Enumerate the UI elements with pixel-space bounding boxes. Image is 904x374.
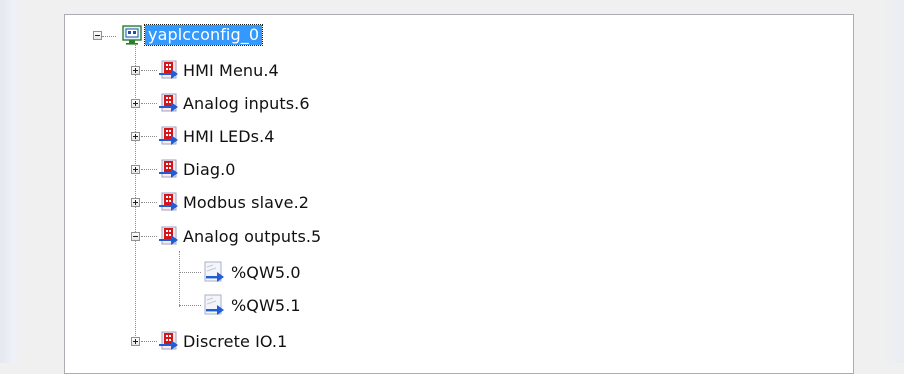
tree-connector (141, 236, 157, 237)
tree-label[interactable]: Analog outputs.5 (183, 227, 321, 246)
window-right-edge (880, 0, 904, 363)
tree-node-analog-outputs[interactable]: Analog outputs.5 (65, 223, 665, 251)
tree-node-discrete-io[interactable]: Discrete IO.1 (65, 328, 665, 356)
tree-node-analog-inputs[interactable]: Analog inputs.6 (65, 90, 665, 118)
tree-connector (141, 169, 157, 170)
config-icon (122, 25, 142, 45)
tree-connector (141, 341, 157, 342)
tree-node-root[interactable]: yaplcconfig_0 (65, 22, 665, 50)
variable-icon (204, 294, 224, 315)
module-icon (159, 159, 178, 178)
tree-connector (141, 103, 157, 104)
module-icon (159, 192, 178, 211)
module-icon (159, 93, 178, 112)
tree-node-qw5-0[interactable]: %QW5.0 (65, 259, 665, 287)
tree-label[interactable]: %QW5.1 (231, 296, 301, 315)
module-icon (159, 331, 178, 350)
tree-node-diag[interactable]: Diag.0 (65, 156, 665, 184)
expand-toggle-hmi-leds[interactable] (131, 132, 140, 141)
tree-connector (141, 70, 157, 71)
expand-toggle-hmi-menu[interactable] (131, 66, 140, 75)
expand-toggle-modbus-slave[interactable] (131, 198, 140, 207)
expand-toggle-analog-inputs[interactable] (131, 99, 140, 108)
module-icon (159, 60, 178, 79)
config-tree-view[interactable]: yaplcconfig_0 HMI Menu.4 Analog inputs.6 (64, 14, 854, 374)
expand-toggle-diag[interactable] (131, 165, 140, 174)
tree-label[interactable]: %QW5.0 (231, 263, 301, 282)
tree-connector (141, 202, 157, 203)
tree-label[interactable]: Analog inputs.6 (183, 94, 310, 113)
collapse-toggle-analog-outputs[interactable] (131, 232, 140, 241)
tree-node-hmi-menu[interactable]: HMI Menu.4 (65, 57, 665, 85)
tree-node-modbus-slave[interactable]: Modbus slave.2 (65, 189, 665, 217)
module-icon (159, 126, 178, 145)
tree-label-root[interactable]: yaplcconfig_0 (143, 24, 264, 46)
tree-label[interactable]: HMI Menu.4 (183, 61, 279, 80)
tree-node-hmi-leds[interactable]: HMI LEDs.4 (65, 123, 665, 151)
tree-node-qw5-1[interactable]: %QW5.1 (65, 292, 665, 320)
variable-icon (204, 261, 224, 282)
tree-label[interactable]: Discrete IO.1 (183, 332, 287, 351)
tree-label[interactable]: HMI LEDs.4 (183, 127, 275, 146)
collapse-toggle-root[interactable] (93, 31, 102, 40)
tree-label[interactable]: Modbus slave.2 (183, 193, 309, 212)
tree-connector (141, 136, 157, 137)
module-icon (159, 226, 178, 245)
tree-connector (179, 305, 201, 306)
expand-toggle-discrete-io[interactable] (131, 337, 140, 346)
tree-label[interactable]: Diag.0 (183, 160, 236, 179)
window-left-edge (0, 0, 22, 363)
tree-connector (179, 272, 201, 273)
